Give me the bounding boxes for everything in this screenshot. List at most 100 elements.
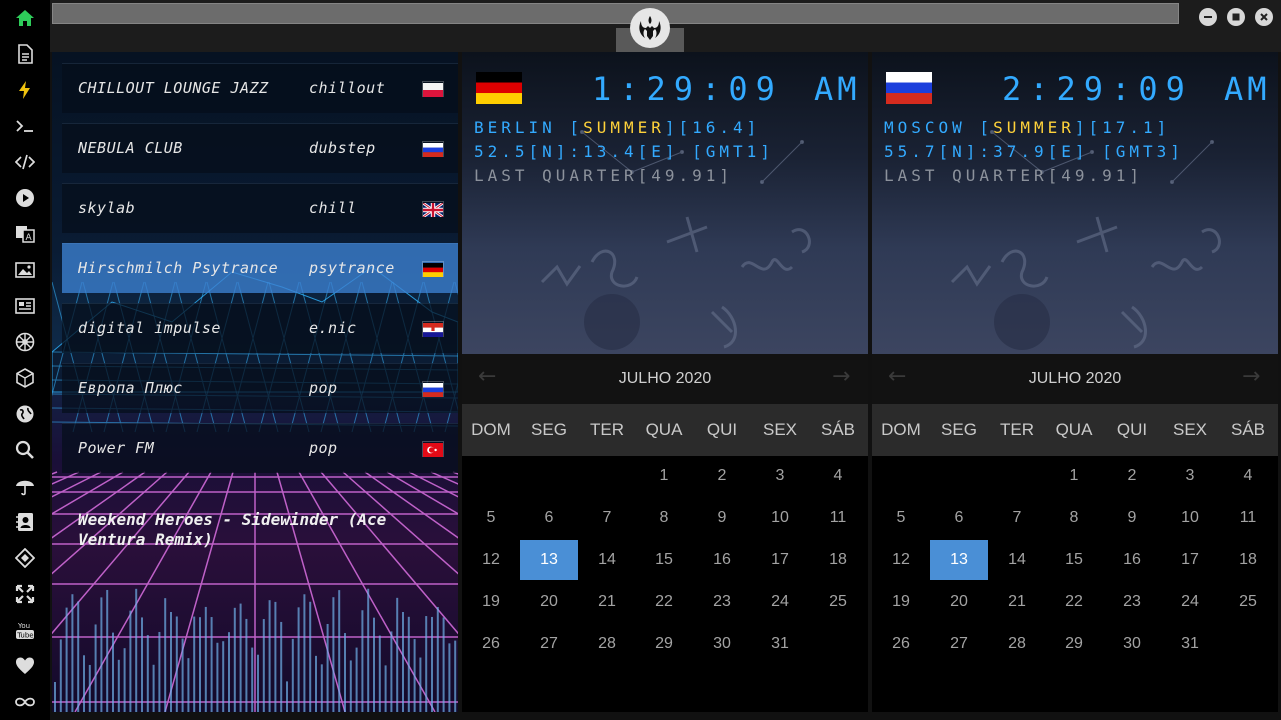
- calendar-day[interactable]: 7: [988, 498, 1046, 538]
- calendar-day[interactable]: 15: [1045, 540, 1103, 580]
- calendar-day[interactable]: 11: [809, 498, 867, 538]
- calendar-day[interactable]: 4: [809, 456, 867, 496]
- next-month-button[interactable]: →: [1242, 364, 1260, 389]
- germany-flag-icon: [422, 261, 444, 277]
- station-row[interactable]: Hirschmilch Psytrance psytrance: [62, 243, 458, 293]
- search-icon[interactable]: [12, 437, 38, 463]
- calendar-day[interactable]: 3: [1161, 456, 1219, 496]
- play-icon[interactable]: [12, 185, 38, 211]
- calendar-day[interactable]: 20: [520, 582, 578, 622]
- calendar-day[interactable]: 19: [462, 582, 520, 622]
- calendar-day[interactable]: 19: [872, 582, 930, 622]
- calendar-day[interactable]: 17: [751, 540, 809, 580]
- image-icon[interactable]: [12, 257, 38, 283]
- calendar-day-selected[interactable]: 13: [520, 540, 578, 580]
- calendar-day[interactable]: 27: [520, 624, 578, 664]
- calendar-day[interactable]: 2: [1103, 456, 1161, 496]
- calendar-day[interactable]: 9: [1103, 498, 1161, 538]
- calendar-day[interactable]: 18: [1219, 540, 1277, 580]
- calendar-day[interactable]: 25: [1219, 582, 1277, 622]
- calendar-day[interactable]: 30: [1103, 624, 1161, 664]
- bolt-icon[interactable]: [12, 77, 38, 103]
- calendar-day[interactable]: 7: [578, 498, 636, 538]
- calendar-day[interactable]: 14: [578, 540, 636, 580]
- calendar-day[interactable]: 29: [1045, 624, 1103, 664]
- calendar-day[interactable]: 1: [635, 456, 693, 496]
- expand-icon[interactable]: [12, 581, 38, 607]
- calendar-day[interactable]: 26: [462, 624, 520, 664]
- calendar-day[interactable]: 5: [462, 498, 520, 538]
- calendar-day[interactable]: 22: [635, 582, 693, 622]
- infinity-icon[interactable]: [12, 689, 38, 715]
- station-row[interactable]: skylab chill: [62, 183, 458, 233]
- code-icon[interactable]: [12, 149, 38, 175]
- calendar-day[interactable]: 2: [693, 456, 751, 496]
- calendar-day[interactable]: 29: [635, 624, 693, 664]
- empire-icon[interactable]: [12, 329, 38, 355]
- station-row[interactable]: Европа Плюс pop: [62, 363, 458, 413]
- calendar-day[interactable]: 3: [751, 456, 809, 496]
- calendar-day[interactable]: 30: [693, 624, 751, 664]
- calendar-day[interactable]: 23: [693, 582, 751, 622]
- heart-icon[interactable]: [12, 653, 38, 679]
- close-button[interactable]: [1255, 8, 1273, 26]
- globe-icon[interactable]: [12, 401, 38, 427]
- youtube-icon[interactable]: You Tube: [12, 617, 38, 643]
- calendar-day[interactable]: 21: [988, 582, 1046, 622]
- weekday-label: SEG: [531, 420, 567, 439]
- calendar-day[interactable]: 14: [988, 540, 1046, 580]
- calendar-day[interactable]: 31: [751, 624, 809, 664]
- calendar-day[interactable]: 8: [635, 498, 693, 538]
- calendar-day[interactable]: 24: [1161, 582, 1219, 622]
- calendar-day[interactable]: 21: [578, 582, 636, 622]
- calendar-day[interactable]: 15: [635, 540, 693, 580]
- calendar-day[interactable]: 20: [930, 582, 988, 622]
- contacts-icon[interactable]: [12, 509, 38, 535]
- station-row[interactable]: NEBULA CLUB dubstep: [62, 123, 458, 173]
- minimize-button[interactable]: [1199, 8, 1217, 26]
- tag-icon[interactable]: [12, 545, 38, 571]
- umbrella-icon[interactable]: [12, 473, 38, 499]
- calendar-day[interactable]: 25: [809, 582, 867, 622]
- translate-icon[interactable]: A: [12, 221, 38, 247]
- calendar-day[interactable]: 24: [751, 582, 809, 622]
- calendar-day[interactable]: 10: [751, 498, 809, 538]
- calendar-day[interactable]: 28: [988, 624, 1046, 664]
- calendar-day[interactable]: 5: [872, 498, 930, 538]
- calendar-day[interactable]: 6: [930, 498, 988, 538]
- rebel-alliance-logo-icon[interactable]: [630, 8, 670, 48]
- station-row[interactable]: digital impulse e.nic: [62, 303, 458, 353]
- calendar-day[interactable]: 31: [1161, 624, 1219, 664]
- calendar-day[interactable]: 1: [1045, 456, 1103, 496]
- calendar-day[interactable]: 26: [872, 624, 930, 664]
- station-row[interactable]: CHILLOUT LOUNGE JAZZ chillout: [62, 63, 458, 113]
- calendar-day[interactable]: 18: [809, 540, 867, 580]
- city-name: MOSCOW: [884, 118, 966, 137]
- calendar-day[interactable]: 27: [930, 624, 988, 664]
- calendar-day[interactable]: 12: [462, 540, 520, 580]
- terminal-icon[interactable]: [12, 113, 38, 139]
- calendar-day[interactable]: 16: [1103, 540, 1161, 580]
- hexagon-icon[interactable]: [12, 365, 38, 391]
- calendar-day[interactable]: 10: [1161, 498, 1219, 538]
- calendar-day[interactable]: 23: [1103, 582, 1161, 622]
- calendar-day[interactable]: 8: [1045, 498, 1103, 538]
- document-icon[interactable]: [12, 41, 38, 67]
- address-bar[interactable]: [52, 3, 1179, 24]
- calendar-day[interactable]: 11: [1219, 498, 1277, 538]
- uk-flag-icon: [422, 201, 444, 219]
- news-icon[interactable]: [12, 293, 38, 319]
- calendar-day-selected[interactable]: 13: [930, 540, 988, 580]
- calendar-day[interactable]: 4: [1219, 456, 1277, 496]
- calendar-day[interactable]: 12: [872, 540, 930, 580]
- calendar-day[interactable]: 17: [1161, 540, 1219, 580]
- calendar-day[interactable]: 6: [520, 498, 578, 538]
- station-row[interactable]: Power FM pop: [62, 423, 458, 473]
- home-icon[interactable]: [12, 5, 38, 31]
- calendar-day[interactable]: 22: [1045, 582, 1103, 622]
- calendar-day[interactable]: 9: [693, 498, 751, 538]
- maximize-button[interactable]: [1227, 8, 1245, 26]
- calendar-day[interactable]: 16: [693, 540, 751, 580]
- calendar-day[interactable]: 28: [578, 624, 636, 664]
- next-month-button[interactable]: →: [832, 364, 850, 389]
